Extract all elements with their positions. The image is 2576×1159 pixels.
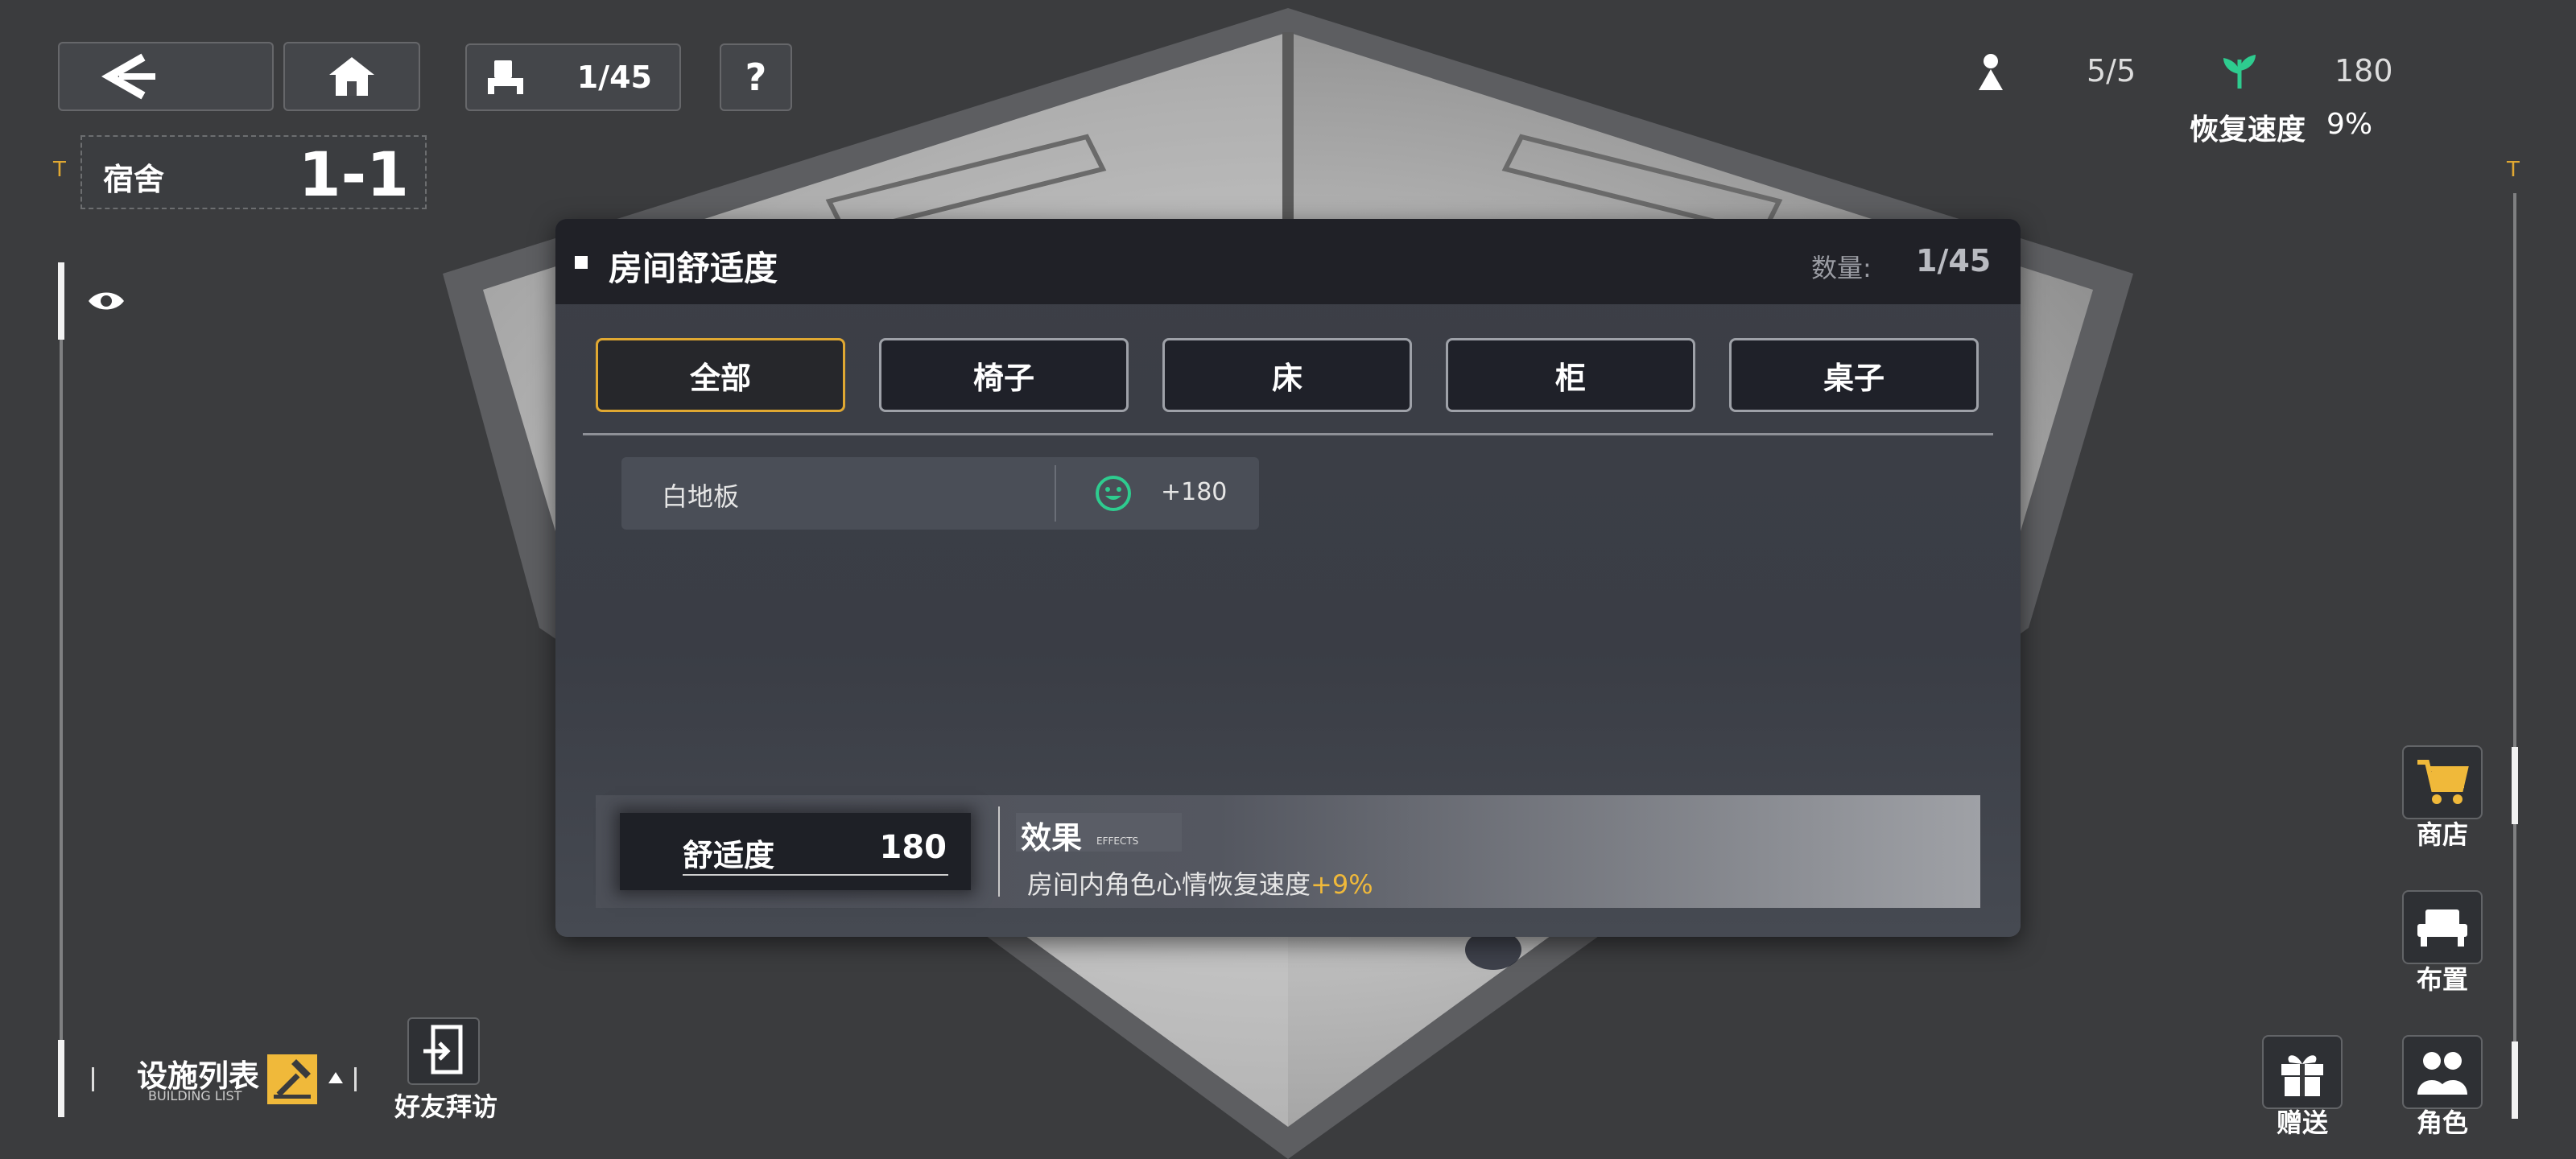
tabs-divider xyxy=(583,433,1993,435)
modal-title: 房间舒适度 xyxy=(609,249,778,288)
list-item[interactable]: 白地板 +180 xyxy=(621,457,1259,530)
gift-label: 赠送 xyxy=(2276,1107,2328,1138)
left-rail-highlight-bottom xyxy=(58,1040,64,1117)
effects-sublabel: EFFECTS xyxy=(1096,835,1139,847)
furniture-count-button[interactable]: 1/45 xyxy=(465,43,681,111)
recovery-value: 9% xyxy=(2326,108,2373,141)
comfort-footer: 舒适度 180 效果 EFFECTS 房间内角色心情恢复速度+9% xyxy=(596,795,1980,908)
footer-divider xyxy=(998,806,1000,897)
layout-label: 布置 xyxy=(2416,964,2468,995)
right-rail-highlight xyxy=(2512,747,2518,824)
furniture-count: 1/45 xyxy=(576,60,652,95)
effect-value: +9% xyxy=(1311,869,1373,900)
dorm-label: 宿舍 xyxy=(103,162,165,197)
dorm-number: 1-1 xyxy=(298,138,409,210)
left-rail-highlight xyxy=(58,262,64,340)
view-toggle-button[interactable] xyxy=(80,275,132,327)
item-name: 白地板 xyxy=(662,481,740,512)
effects-tag: 效果 EFFECTS xyxy=(1016,813,1182,856)
item-divider xyxy=(1055,465,1056,522)
count-value: 1/45 xyxy=(1916,243,1992,278)
left-marker: T xyxy=(53,158,66,182)
comfort-value: 180 xyxy=(2334,53,2393,89)
friend-visit-button[interactable]: 好友拜访 xyxy=(394,1016,499,1122)
smile-icon xyxy=(1096,476,1131,511)
character-button[interactable] xyxy=(2402,1035,2483,1109)
people-icon xyxy=(2417,1052,2467,1095)
comfort-underline xyxy=(683,874,948,876)
left-rail xyxy=(60,262,63,1116)
gift-button[interactable] xyxy=(2262,1035,2343,1109)
comfort-modal: 房间舒适度 数量: 1/45 全部 椅子 床 柜 桌子 白地板 +180 舒适度… xyxy=(555,219,2021,937)
sofa-icon xyxy=(488,60,523,94)
tab-tables[interactable]: 桌子 xyxy=(1729,338,1979,412)
right-marker: T xyxy=(2507,158,2520,182)
help-button[interactable]: ? xyxy=(720,43,792,111)
tab-all[interactable]: 全部 xyxy=(596,338,845,412)
home-icon xyxy=(329,57,374,96)
comfort-summary: 舒适度 180 xyxy=(620,813,971,890)
gift-icon xyxy=(2281,1055,2323,1096)
door-icon xyxy=(407,1017,480,1085)
tab-cabinets[interactable]: 柜 xyxy=(1446,338,1695,412)
building-list-tick-right xyxy=(354,1067,357,1091)
hammer-icon xyxy=(267,1054,317,1104)
recovery-label: 恢复速度 xyxy=(2190,113,2306,146)
effect-text: 房间内角色心情恢复速度+9% xyxy=(1027,864,1373,901)
question-icon: ? xyxy=(745,56,767,99)
person-icon xyxy=(1979,54,2003,90)
chevron-left-icon xyxy=(101,53,155,100)
character-label: 角色 xyxy=(2416,1107,2468,1138)
count-label: 数量: xyxy=(1811,253,1872,283)
comfort-total: 180 xyxy=(879,829,947,866)
effects-label: 效果 xyxy=(1021,820,1083,856)
right-rail xyxy=(2513,193,2516,1119)
leaf-icon xyxy=(2223,55,2256,89)
building-list-sublabel: BUILDING LIST xyxy=(148,1088,242,1103)
residents-count: 5/5 xyxy=(2087,53,2136,89)
item-bonus: +180 xyxy=(1161,478,1228,506)
tab-chairs[interactable]: 椅子 xyxy=(879,338,1129,412)
eye-icon xyxy=(89,292,124,310)
layout-button[interactable] xyxy=(2402,890,2483,964)
home-button[interactable] xyxy=(283,42,420,111)
tab-beds[interactable]: 床 xyxy=(1162,338,1412,412)
friend-visit-label: 好友拜访 xyxy=(394,1091,498,1122)
title-marker xyxy=(575,256,588,269)
shop-button[interactable] xyxy=(2402,745,2483,819)
cart-icon xyxy=(2417,760,2469,804)
shop-label: 商店 xyxy=(2416,819,2468,850)
building-list-tick-left xyxy=(92,1067,94,1091)
modal-header: 房间舒适度 数量: 1/45 xyxy=(555,219,2021,304)
effect-description: 房间内角色心情恢复速度 xyxy=(1027,869,1311,900)
back-button[interactable] xyxy=(58,42,274,111)
caret-up-icon xyxy=(328,1072,343,1083)
building-list-button[interactable]: 设施列表 BUILDING LIST xyxy=(92,1045,357,1112)
comfort-label: 舒适度 xyxy=(683,838,775,873)
sofa-icon xyxy=(2417,909,2467,947)
dorm-panel: 宿舍 1-1 xyxy=(80,135,427,210)
right-rail-highlight-bottom xyxy=(2512,1041,2518,1119)
